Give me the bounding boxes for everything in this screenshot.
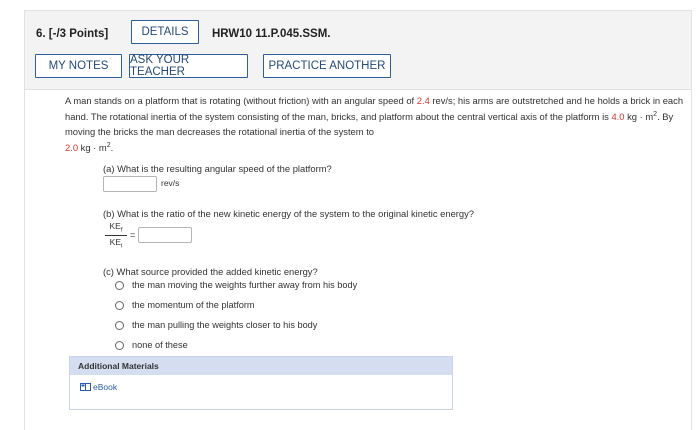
- ke-initial-label: KEi: [109, 236, 123, 250]
- part-b-question: (b) What is the ratio of the new kinetic…: [103, 208, 475, 219]
- option-label: none of these: [132, 340, 188, 350]
- problem-statement: A man stands on a platform that is rotat…: [65, 95, 684, 153]
- details-button[interactable]: DETAILS: [131, 20, 199, 44]
- option-row[interactable]: the momentum of the platform: [115, 300, 255, 310]
- part-a-question: (a) What is the resulting angular speed …: [103, 163, 332, 174]
- question-header: 6. [-/3 Points] DETAILS HRW10 11.P.045.S…: [25, 11, 691, 90]
- initial-inertia-value: 4.0: [611, 110, 625, 122]
- ebook-label[interactable]: eBook: [93, 382, 117, 392]
- question-panel: 6. [-/3 Points] DETAILS HRW10 11.P.045.S…: [24, 10, 692, 430]
- additional-materials-panel: Additional Materials eBook: [69, 356, 453, 410]
- problem-code: HRW10 11.P.045.SSM.: [212, 28, 331, 40]
- additional-materials-heading: Additional Materials: [70, 357, 452, 375]
- option-label: the man moving the weights further away …: [132, 280, 358, 290]
- radio-button[interactable]: [115, 300, 124, 310]
- angular-speed-value: 2.4: [416, 95, 430, 106]
- book-icon: [80, 383, 91, 391]
- equals-sign: =: [130, 230, 136, 240]
- practice-another-button[interactable]: PRACTICE ANOTHER: [263, 54, 391, 78]
- radio-button[interactable]: [115, 320, 124, 330]
- ask-teacher-button[interactable]: ASK YOUR TEACHER: [129, 54, 248, 78]
- final-inertia-value: 2.0: [65, 141, 79, 153]
- part-c-question: (c) What source provided the added kinet…: [103, 266, 318, 277]
- ebook-link[interactable]: eBook: [80, 382, 117, 392]
- part-b-answer-input[interactable]: [138, 227, 192, 243]
- option-label: the momentum of the platform: [132, 300, 255, 310]
- ke-final-label: KEf: [105, 221, 127, 236]
- my-notes-button[interactable]: MY NOTES: [35, 54, 122, 78]
- option-row[interactable]: the man moving the weights further away …: [115, 280, 357, 290]
- part-a-answer-input[interactable]: [103, 176, 157, 192]
- radio-button[interactable]: [115, 340, 124, 350]
- ke-ratio-fraction: KEf KEi: [105, 221, 127, 249]
- option-row[interactable]: the man pulling the weights closer to hi…: [115, 320, 317, 330]
- option-label: the man pulling the weights closer to hi…: [132, 320, 318, 330]
- option-row[interactable]: none of these: [115, 340, 188, 350]
- points-label: [-/3 Points]: [48, 28, 109, 40]
- question-number: 6. [-/3 Points]: [36, 28, 109, 40]
- radio-button[interactable]: [115, 280, 124, 290]
- part-a-unit: rev/s: [161, 178, 180, 188]
